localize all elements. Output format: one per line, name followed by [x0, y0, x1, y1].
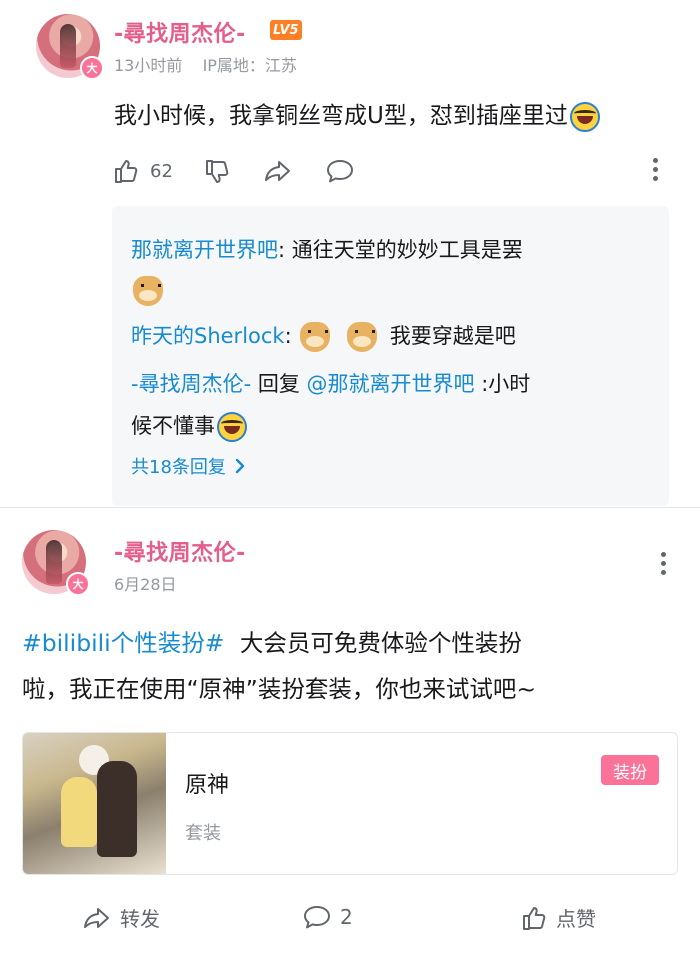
comment-text: 我小时候，我拿铜丝弯成U型，怼到插座里过	[114, 93, 602, 139]
vip-badge: 大	[66, 572, 90, 596]
like-button[interactable]: 点赞	[520, 903, 596, 932]
reply-preview[interactable]: 那就离开世界吧: 通往天堂的妙妙工具是罢 昨天的Sherlock: 我要穿越是吧…	[112, 206, 669, 506]
reply-item: 那就离开世界吧: 通往天堂的妙妙工具是罢	[131, 238, 523, 262]
reply-bubble-icon[interactable]	[325, 157, 355, 185]
reply-username[interactable]: 那就离开世界吧	[131, 238, 278, 262]
reply-item: 昨天的Sherlock: 我要穿越是吧	[131, 314, 516, 358]
reply-emoji-line	[131, 268, 165, 312]
reply-item-continued: 候不懂事	[131, 404, 249, 448]
more-options-icon[interactable]	[660, 552, 666, 575]
comment-bubble-icon	[304, 906, 330, 929]
comment-meta: 13小时前 IP属地：江苏	[114, 52, 297, 76]
reply-text: :小时	[481, 372, 531, 396]
reply-username[interactable]: 昨天的Sherlock	[131, 324, 285, 348]
card-subtitle: 套装	[185, 823, 221, 844]
post-date: 6月28日	[114, 575, 177, 594]
comment-ip: IP属地：江苏	[202, 56, 297, 75]
avatar[interactable]: 大	[36, 14, 104, 80]
comment-count: 2	[340, 905, 353, 929]
share-icon	[84, 907, 109, 928]
share-icon[interactable]	[263, 157, 293, 185]
doge-emoji-icon	[347, 322, 378, 352]
post-text: #bilibili个性装扮# 大会员可免费体验个性装扮 啦，我正在使用“原神”装…	[22, 620, 672, 712]
cry-emoji-icon	[217, 412, 247, 442]
thumbs-up-icon	[523, 906, 546, 930]
post-action-bar: 转发 2 点赞	[0, 895, 700, 945]
view-all-replies-link[interactable]: 共18条回复	[131, 453, 246, 479]
like-count: 62	[150, 160, 173, 182]
reply-count-text: 共18条回复	[131, 457, 226, 478]
comment-text-body: 我小时候，我拿铜丝弯成U型，怼到插座里过	[114, 103, 568, 129]
card-title: 原神	[185, 773, 230, 798]
post-text-line2: 啦，我正在使用“原神”装扮套装，你也来试试吧~	[22, 675, 537, 703]
chevron-right-icon	[235, 458, 245, 474]
comment-button[interactable]: 2	[302, 903, 353, 931]
reply-item: -尋找周杰伦- 回复 @那就离开世界吧 :小时	[131, 362, 530, 406]
card-tag[interactable]: 装扮	[601, 755, 659, 785]
comment-username[interactable]: -尋找周杰伦-	[114, 16, 246, 48]
forward-button[interactable]: 转发	[82, 903, 160, 932]
level-badge: LV5	[270, 20, 302, 40]
reply-text: 通往天堂的妙妙工具是罢	[291, 238, 523, 262]
vip-badge: 大	[80, 56, 104, 80]
reply-text: 我要穿越是吧	[389, 324, 516, 348]
avatar[interactable]: 大	[22, 530, 90, 596]
post-username[interactable]: -尋找周杰伦-	[114, 535, 246, 567]
decoration-card[interactable]: 原神 套装 装扮	[22, 732, 678, 875]
thumbs-down-icon[interactable]	[203, 157, 231, 185]
comment-time: 13小时前	[114, 56, 183, 75]
topic-tag[interactable]: #bilibili个性装扮#	[22, 629, 224, 657]
cry-emoji-icon	[569, 101, 600, 132]
forward-label: 转发	[120, 907, 160, 931]
more-options-icon[interactable]	[652, 158, 658, 181]
post-text-line1: 大会员可免费体验个性装扮	[239, 629, 522, 657]
doge-emoji-icon	[133, 276, 163, 306]
reply-word: 回复	[257, 372, 300, 396]
section-divider	[0, 507, 700, 508]
reply-mention[interactable]: @那就离开世界吧	[307, 372, 475, 396]
comment-actions: 62	[112, 155, 355, 187]
reply-username[interactable]: -尋找周杰伦-	[131, 372, 251, 396]
reply-text: 候不懂事	[131, 414, 215, 438]
like-label: 点赞	[556, 907, 596, 931]
card-thumbnail	[23, 733, 166, 874]
doge-emoji-icon	[300, 322, 331, 352]
thumbs-up-icon[interactable]	[112, 157, 140, 185]
